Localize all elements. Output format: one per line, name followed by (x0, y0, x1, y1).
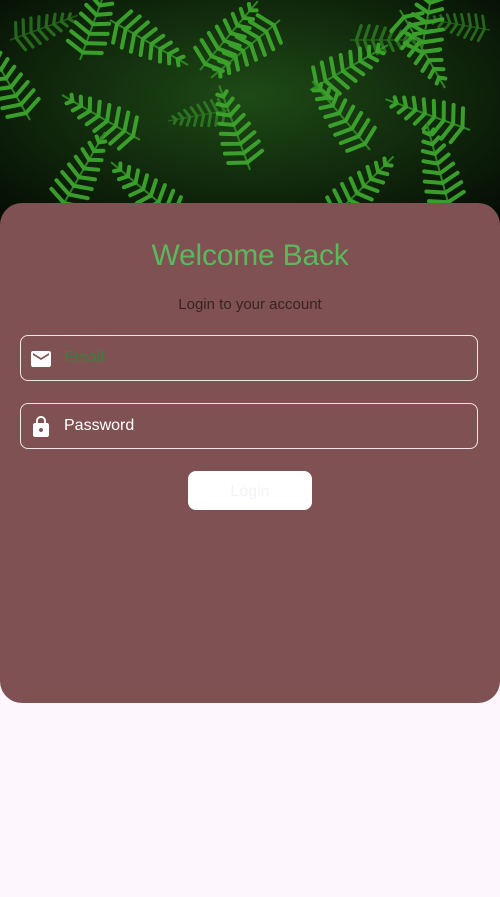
login-card: Welcome Back Login to your account Email… (0, 203, 500, 703)
mail-icon (29, 347, 53, 371)
lock-icon (29, 415, 53, 439)
password-placeholder: Password (64, 417, 135, 434)
password-field[interactable]: Password (20, 403, 478, 449)
email-placeholder: Email (64, 349, 105, 366)
page-title: Welcome Back (151, 239, 349, 272)
email-field[interactable]: Email (20, 335, 478, 381)
page-subtitle: Login to your account (178, 296, 322, 313)
login-button[interactable]: Login (188, 471, 312, 510)
